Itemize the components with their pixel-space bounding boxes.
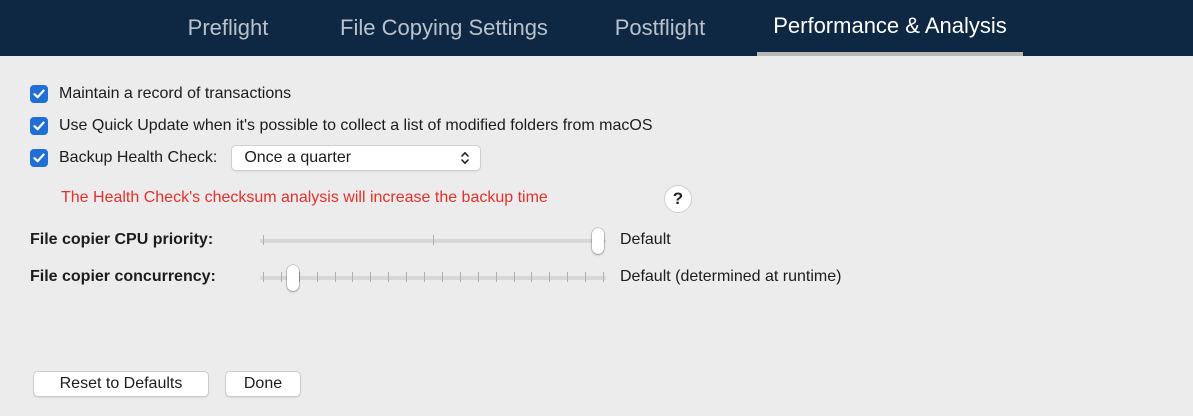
quick-update-option: Use Quick Update when it's possible to c…	[30, 117, 653, 135]
slider-tick	[298, 272, 300, 282]
tab-bar: Preflight File Copying Settings Postflig…	[0, 0, 1193, 56]
cpu-priority-value: Default	[620, 231, 671, 248]
slider-tick	[513, 272, 515, 282]
checkmark-icon	[33, 121, 45, 131]
slider-tick	[406, 272, 408, 282]
slider-tick	[370, 272, 372, 282]
health-check-checkbox[interactable]	[30, 149, 48, 167]
slider-tick	[433, 235, 434, 245]
tab-postflight[interactable]: Postflight	[595, 0, 725, 56]
tab-preflight[interactable]: Preflight	[168, 0, 288, 56]
cpu-priority-slider[interactable]	[260, 226, 606, 256]
slider-tick	[316, 272, 318, 282]
transactions-label: Maintain a record of transactions	[59, 85, 292, 102]
slider-tick	[477, 272, 479, 282]
slider-tick	[459, 272, 461, 282]
select-arrows-icon	[461, 152, 470, 164]
reset-to-defaults-button[interactable]: Reset to Defaults	[33, 371, 209, 397]
health-check-label: Backup Health Check:	[59, 149, 218, 166]
concurrency-slider[interactable]	[260, 263, 606, 293]
concurrency-value: Default (determined at runtime)	[620, 268, 842, 285]
slider-tick	[531, 272, 533, 282]
slider-tick	[603, 272, 604, 282]
done-button[interactable]: Done	[225, 371, 301, 397]
slider-tick	[263, 235, 264, 245]
slider-tick	[549, 272, 551, 282]
cpu-priority-label: File copier CPU priority:	[30, 231, 214, 248]
health-check-warning: The Health Check's checksum analysis wil…	[61, 189, 548, 206]
slider-tick	[352, 272, 354, 282]
transactions-option: Maintain a record of transactions	[30, 85, 291, 103]
slider-tick	[263, 272, 264, 282]
slider-tick	[388, 272, 390, 282]
help-button[interactable]: ?	[664, 185, 692, 213]
slider-tick	[334, 272, 336, 282]
slider-tick	[585, 272, 587, 282]
slider-tick	[424, 272, 426, 282]
tab-file-copying-settings[interactable]: File Copying Settings	[315, 0, 573, 56]
quick-update-checkbox[interactable]	[30, 117, 48, 135]
checkmark-icon	[33, 153, 45, 163]
slider-tick	[495, 272, 497, 282]
health-check-option: Backup Health Check: Once a quarter	[30, 145, 482, 171]
tab-performance-analysis[interactable]: Performance & Analysis	[757, 0, 1023, 56]
concurrency-label: File copier concurrency:	[30, 268, 216, 285]
health-check-frequency-select[interactable]: Once a quarter	[231, 145, 482, 171]
health-check-frequency-value: Once a quarter	[244, 149, 352, 166]
slider-knob[interactable]	[286, 265, 299, 291]
slider-track	[260, 276, 606, 280]
slider-tick	[441, 272, 443, 282]
transactions-checkbox[interactable]	[30, 85, 48, 103]
slider-tick	[567, 272, 569, 282]
checkmark-icon	[33, 89, 45, 99]
quick-update-label: Use Quick Update when it's possible to c…	[59, 117, 653, 134]
slider-tick	[280, 272, 282, 282]
slider-knob[interactable]	[592, 228, 604, 254]
